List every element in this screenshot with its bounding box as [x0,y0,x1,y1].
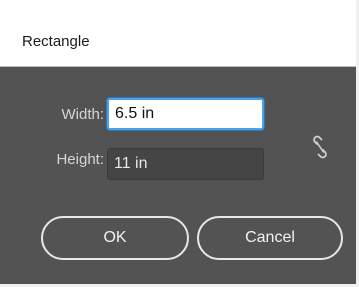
cancel-button[interactable]: Cancel [197,216,343,260]
rectangle-dialog: Rectangle Width: Height: OK Cancel [0,0,359,287]
dialog-title: Rectangle [22,33,90,50]
ok-button[interactable]: OK [41,216,189,260]
height-label: Height: [56,151,104,168]
constrain-proportions-icon[interactable] [310,135,330,159]
width-label: Width: [61,106,104,123]
height-input[interactable] [107,148,264,180]
broken-link-icon [313,135,327,159]
dialog-titlebar: Rectangle [0,0,356,67]
width-input[interactable] [107,98,264,130]
